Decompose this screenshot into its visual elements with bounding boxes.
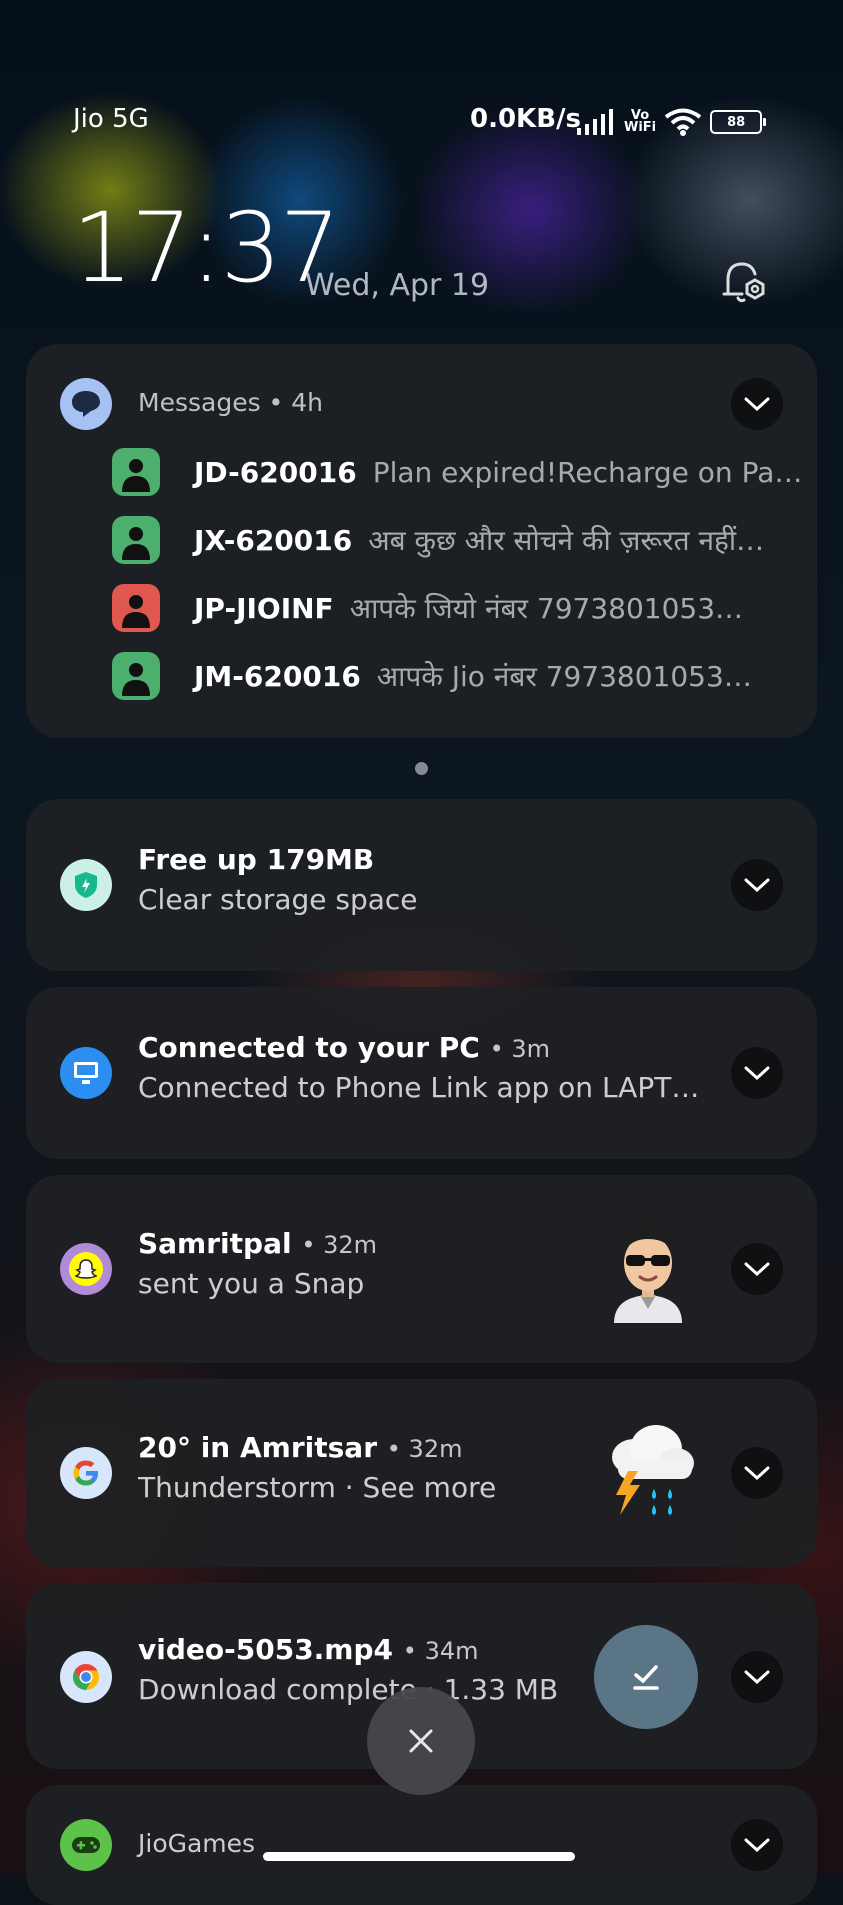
vowifi-indicator: Vo WiFi <box>624 108 657 135</box>
chrome-icon <box>60 1651 112 1703</box>
app-name: Messages <box>138 388 261 417</box>
message-sender: JP-JIOINF <box>194 591 334 625</box>
snapchat-icon <box>60 1243 112 1295</box>
message-sender: JM-620016 <box>194 659 361 693</box>
date-label[interactable]: Wed, Apr 19 <box>305 268 489 303</box>
expand-button[interactable] <box>731 1819 783 1871</box>
gamepad-icon <box>60 1819 112 1871</box>
list-item[interactable]: JM-620016 आपके Jio नंबर 7973801053… <box>112 650 812 702</box>
messages-app-icon <box>60 378 112 430</box>
chevron-down-icon <box>744 1466 770 1481</box>
security-shield-icon <box>60 859 112 911</box>
list-item[interactable]: JX-620016 अब कुछ और सोचने की ज़रूरत नहीं… <box>112 514 812 566</box>
chevron-down-icon <box>744 1670 770 1685</box>
contact-avatar-icon <box>112 448 160 496</box>
list-item[interactable]: JP-JIOINF आपके जियो नंबर 7973801053… <box>112 582 812 634</box>
messages-notification[interactable]: Messages • 4h JD-620016 Plan expired!Rec… <box>26 344 817 738</box>
message-sender: JX-620016 <box>194 523 353 557</box>
weather-notification[interactable]: 20° in Amritsar • 32m Thunderstorm · See… <box>26 1379 817 1567</box>
signal-icon <box>577 109 613 135</box>
phone-link-notification[interactable]: Connected to your PC • 3m Connected to P… <box>26 987 817 1159</box>
thunderstorm-icon <box>612 1425 694 1515</box>
contact-avatar-icon <box>112 584 160 632</box>
bitmoji-avatar <box>614 1223 682 1323</box>
battery-indicator: 88 <box>710 110 767 134</box>
carrier-label: Jio 5G <box>73 104 149 134</box>
page-indicator-dot <box>415 762 428 775</box>
contact-avatar-icon <box>112 652 160 700</box>
chevron-down-icon <box>744 1262 770 1277</box>
message-preview: आपके जियो नंबर 7973801053… <box>349 592 744 625</box>
download-done-icon <box>633 1665 659 1690</box>
list-item[interactable]: JD-620016 Plan expired!Recharge on Pa… <box>112 446 812 498</box>
message-preview: आपके Jio नंबर 7973801053… <box>376 660 752 693</box>
network-speed: 0.0KB/s <box>470 104 581 134</box>
google-icon <box>60 1447 112 1499</box>
notification-subtitle: Download complete · 1.33 MB <box>138 1673 559 1706</box>
notification-title: JioGames <box>138 1829 256 1858</box>
chevron-down-icon <box>744 1838 770 1853</box>
home-indicator[interactable] <box>263 1852 575 1861</box>
notification-subtitle: Clear storage space <box>138 883 418 916</box>
clock[interactable]: 17:37 <box>72 198 341 298</box>
close-icon <box>409 1729 433 1753</box>
storage-notification[interactable]: Free up 179MB Clear storage space <box>26 799 817 971</box>
open-download-button[interactable] <box>594 1625 698 1729</box>
messages-header: Messages • 4h <box>138 388 324 417</box>
notification-settings-icon[interactable] <box>718 256 770 308</box>
jiogames-notification[interactable]: JioGames <box>26 1785 817 1905</box>
notification-subtitle: sent you a Snap <box>138 1267 365 1300</box>
notification-subtitle: Connected to Phone Link app on LAPT… <box>138 1071 700 1104</box>
status-icons: Vo WiFi 88 <box>576 104 767 140</box>
contact-avatar-icon <box>112 516 160 564</box>
chevron-down-icon <box>744 397 770 412</box>
notification-title: Connected to your PC • 3m <box>138 1031 551 1064</box>
wifi-icon <box>664 108 702 136</box>
chevron-down-icon <box>744 878 770 893</box>
notification-title: Free up 179MB <box>138 843 375 876</box>
clear-all-button[interactable] <box>367 1687 475 1795</box>
expand-button[interactable] <box>731 1243 783 1295</box>
message-preview: अब कुछ और सोचने की ज़रूरत नहीं… <box>368 524 765 557</box>
snapchat-notification[interactable]: Samritpal • 32m sent you a Snap <box>26 1175 817 1363</box>
notification-time: 4h <box>291 388 324 417</box>
notification-subtitle: Thunderstorm · See more <box>138 1471 497 1504</box>
phone-link-icon <box>60 1047 112 1099</box>
expand-button[interactable] <box>731 1047 783 1099</box>
expand-button[interactable] <box>731 378 783 430</box>
message-sender: JD-620016 <box>194 455 357 489</box>
message-preview: Plan expired!Recharge on Pa… <box>372 455 803 489</box>
notification-title: Samritpal • 32m <box>138 1227 378 1260</box>
expand-button[interactable] <box>731 859 783 911</box>
chevron-down-icon <box>744 1066 770 1081</box>
expand-button[interactable] <box>731 1447 783 1499</box>
notification-title: video-5053.mp4 • 34m <box>138 1633 479 1666</box>
expand-button[interactable] <box>731 1651 783 1703</box>
notification-title: 20° in Amritsar • 32m <box>138 1431 463 1464</box>
